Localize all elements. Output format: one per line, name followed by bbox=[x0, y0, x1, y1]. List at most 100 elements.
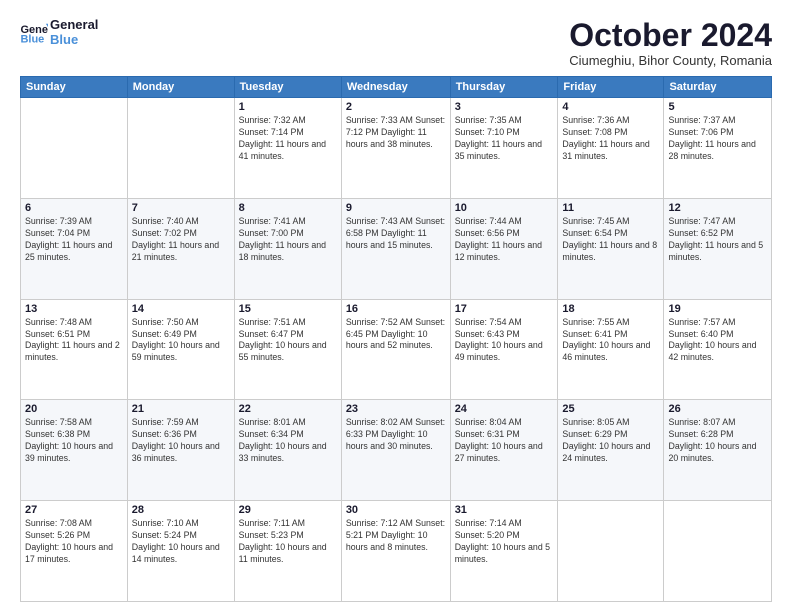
day-content: Sunrise: 7:41 AM Sunset: 7:00 PM Dayligh… bbox=[239, 216, 337, 264]
calendar-cell bbox=[21, 98, 128, 199]
day-number: 5 bbox=[668, 101, 767, 113]
day-number: 15 bbox=[239, 303, 337, 315]
calendar-body: 1 Sunrise: 7:32 AM Sunset: 7:14 PM Daylig… bbox=[21, 98, 772, 602]
header-day-sunday: Sunday bbox=[21, 77, 128, 98]
calendar-cell: 6 Sunrise: 7:39 AM Sunset: 7:04 PM Daylig… bbox=[21, 198, 128, 299]
day-content: Sunrise: 7:08 AM Sunset: 5:26 PM Dayligh… bbox=[25, 518, 123, 566]
day-content: Sunrise: 7:50 AM Sunset: 6:49 PM Dayligh… bbox=[132, 317, 230, 365]
calendar-cell: 24 Sunrise: 8:04 AM Sunset: 6:31 PM Dayli… bbox=[450, 400, 558, 501]
header-row: SundayMondayTuesdayWednesdayThursdayFrid… bbox=[21, 77, 772, 98]
header-day-friday: Friday bbox=[558, 77, 664, 98]
header-day-wednesday: Wednesday bbox=[341, 77, 450, 98]
logo: General Blue General Blue bbox=[20, 18, 98, 48]
calendar-cell: 21 Sunrise: 7:59 AM Sunset: 6:36 PM Dayli… bbox=[127, 400, 234, 501]
day-content: Sunrise: 7:11 AM Sunset: 5:23 PM Dayligh… bbox=[239, 518, 337, 566]
calendar-cell bbox=[664, 501, 772, 602]
logo-icon: General Blue bbox=[20, 22, 48, 44]
month-title: October 2024 bbox=[569, 18, 772, 53]
calendar-cell: 14 Sunrise: 7:50 AM Sunset: 6:49 PM Dayli… bbox=[127, 299, 234, 400]
day-number: 20 bbox=[25, 403, 123, 415]
calendar-cell: 18Sunrise: 7:55 AM Sunset: 6:41 PM Dayli… bbox=[558, 299, 664, 400]
day-number: 6 bbox=[25, 202, 123, 214]
calendar-cell: 9Sunrise: 7:43 AM Sunset: 6:58 PM Daylig… bbox=[341, 198, 450, 299]
logo-line2: Blue bbox=[50, 33, 98, 48]
calendar-cell: 10Sunrise: 7:44 AM Sunset: 6:56 PM Dayli… bbox=[450, 198, 558, 299]
calendar-cell: 3Sunrise: 7:35 AM Sunset: 7:10 PM Daylig… bbox=[450, 98, 558, 199]
location-subtitle: Ciumeghiu, Bihor County, Romania bbox=[569, 53, 772, 68]
page: General Blue General Blue October 2024 C… bbox=[0, 0, 792, 612]
day-number: 23 bbox=[346, 403, 446, 415]
week-row-1: 6 Sunrise: 7:39 AM Sunset: 7:04 PM Daylig… bbox=[21, 198, 772, 299]
calendar-header: SundayMondayTuesdayWednesdayThursdayFrid… bbox=[21, 77, 772, 98]
calendar-cell: 5Sunrise: 7:37 AM Sunset: 7:06 PM Daylig… bbox=[664, 98, 772, 199]
day-content: Sunrise: 7:47 AM Sunset: 6:52 PM Dayligh… bbox=[668, 216, 767, 264]
day-content: Sunrise: 7:59 AM Sunset: 6:36 PM Dayligh… bbox=[132, 417, 230, 465]
day-content: Sunrise: 7:51 AM Sunset: 6:47 PM Dayligh… bbox=[239, 317, 337, 365]
day-number: 24 bbox=[455, 403, 554, 415]
day-number: 30 bbox=[346, 504, 446, 516]
day-content: Sunrise: 7:54 AM Sunset: 6:43 PM Dayligh… bbox=[455, 317, 554, 365]
day-number: 25 bbox=[562, 403, 659, 415]
calendar-cell: 13Sunrise: 7:48 AM Sunset: 6:51 PM Dayli… bbox=[21, 299, 128, 400]
day-number: 27 bbox=[25, 504, 123, 516]
day-content: Sunrise: 7:32 AM Sunset: 7:14 PM Dayligh… bbox=[239, 115, 337, 163]
day-content: Sunrise: 7:57 AM Sunset: 6:40 PM Dayligh… bbox=[668, 317, 767, 365]
day-content: Sunrise: 7:12 AM Sunset: 5:21 PM Dayligh… bbox=[346, 518, 446, 554]
day-number: 3 bbox=[455, 101, 554, 113]
day-number: 19 bbox=[668, 303, 767, 315]
calendar-cell: 27 Sunrise: 7:08 AM Sunset: 5:26 PM Dayli… bbox=[21, 501, 128, 602]
day-content: Sunrise: 8:04 AM Sunset: 6:31 PM Dayligh… bbox=[455, 417, 554, 465]
day-number: 12 bbox=[668, 202, 767, 214]
calendar-cell: 8 Sunrise: 7:41 AM Sunset: 7:00 PM Daylig… bbox=[234, 198, 341, 299]
header: General Blue General Blue October 2024 C… bbox=[20, 18, 772, 68]
week-row-0: 1 Sunrise: 7:32 AM Sunset: 7:14 PM Daylig… bbox=[21, 98, 772, 199]
day-content: Sunrise: 8:01 AM Sunset: 6:34 PM Dayligh… bbox=[239, 417, 337, 465]
day-number: 4 bbox=[562, 101, 659, 113]
day-content: Sunrise: 7:40 AM Sunset: 7:02 PM Dayligh… bbox=[132, 216, 230, 264]
calendar-table: SundayMondayTuesdayWednesdayThursdayFrid… bbox=[20, 76, 772, 602]
day-content: Sunrise: 7:14 AM Sunset: 5:20 PM Dayligh… bbox=[455, 518, 554, 566]
day-number: 26 bbox=[668, 403, 767, 415]
header-day-saturday: Saturday bbox=[664, 77, 772, 98]
calendar-cell: 7Sunrise: 7:40 AM Sunset: 7:02 PM Daylig… bbox=[127, 198, 234, 299]
day-number: 17 bbox=[455, 303, 554, 315]
day-number: 28 bbox=[132, 504, 230, 516]
day-content: Sunrise: 7:39 AM Sunset: 7:04 PM Dayligh… bbox=[25, 216, 123, 264]
day-number: 21 bbox=[132, 403, 230, 415]
calendar-cell: 16 Sunrise: 7:52 AM Sunset: 6:45 PM Dayli… bbox=[341, 299, 450, 400]
calendar-cell: 31Sunrise: 7:14 AM Sunset: 5:20 PM Dayli… bbox=[450, 501, 558, 602]
logo-line1: General bbox=[50, 18, 98, 33]
week-row-2: 13Sunrise: 7:48 AM Sunset: 6:51 PM Dayli… bbox=[21, 299, 772, 400]
header-day-thursday: Thursday bbox=[450, 77, 558, 98]
day-content: Sunrise: 7:58 AM Sunset: 6:38 PM Dayligh… bbox=[25, 417, 123, 465]
day-content: Sunrise: 7:36 AM Sunset: 7:08 PM Dayligh… bbox=[562, 115, 659, 163]
svg-text:Blue: Blue bbox=[20, 33, 44, 44]
calendar-cell: 30 Sunrise: 7:12 AM Sunset: 5:21 PM Dayli… bbox=[341, 501, 450, 602]
calendar-cell: 2Sunrise: 7:33 AM Sunset: 7:12 PM Daylig… bbox=[341, 98, 450, 199]
day-number: 16 bbox=[346, 303, 446, 315]
day-number: 29 bbox=[239, 504, 337, 516]
day-number: 9 bbox=[346, 202, 446, 214]
day-number: 11 bbox=[562, 202, 659, 214]
day-number: 8 bbox=[239, 202, 337, 214]
calendar-cell bbox=[558, 501, 664, 602]
calendar-cell: 23 Sunrise: 8:02 AM Sunset: 6:33 PM Dayli… bbox=[341, 400, 450, 501]
day-content: Sunrise: 7:52 AM Sunset: 6:45 PM Dayligh… bbox=[346, 317, 446, 353]
day-content: Sunrise: 8:05 AM Sunset: 6:29 PM Dayligh… bbox=[562, 417, 659, 465]
title-block: October 2024 Ciumeghiu, Bihor County, Ro… bbox=[569, 18, 772, 68]
day-number: 14 bbox=[132, 303, 230, 315]
calendar-cell: 22 Sunrise: 8:01 AM Sunset: 6:34 PM Dayli… bbox=[234, 400, 341, 501]
calendar-cell bbox=[127, 98, 234, 199]
day-number: 22 bbox=[239, 403, 337, 415]
calendar-cell: 11Sunrise: 7:45 AM Sunset: 6:54 PM Dayli… bbox=[558, 198, 664, 299]
day-content: Sunrise: 8:02 AM Sunset: 6:33 PM Dayligh… bbox=[346, 417, 446, 453]
week-row-3: 20 Sunrise: 7:58 AM Sunset: 6:38 PM Dayli… bbox=[21, 400, 772, 501]
day-number: 10 bbox=[455, 202, 554, 214]
day-number: 1 bbox=[239, 101, 337, 113]
calendar-cell: 29 Sunrise: 7:11 AM Sunset: 5:23 PM Dayli… bbox=[234, 501, 341, 602]
calendar-cell: 26Sunrise: 8:07 AM Sunset: 6:28 PM Dayli… bbox=[664, 400, 772, 501]
calendar-cell: 28Sunrise: 7:10 AM Sunset: 5:24 PM Dayli… bbox=[127, 501, 234, 602]
calendar-cell: 19 Sunrise: 7:57 AM Sunset: 6:40 PM Dayli… bbox=[664, 299, 772, 400]
day-content: Sunrise: 7:55 AM Sunset: 6:41 PM Dayligh… bbox=[562, 317, 659, 365]
calendar-cell: 4 Sunrise: 7:36 AM Sunset: 7:08 PM Daylig… bbox=[558, 98, 664, 199]
